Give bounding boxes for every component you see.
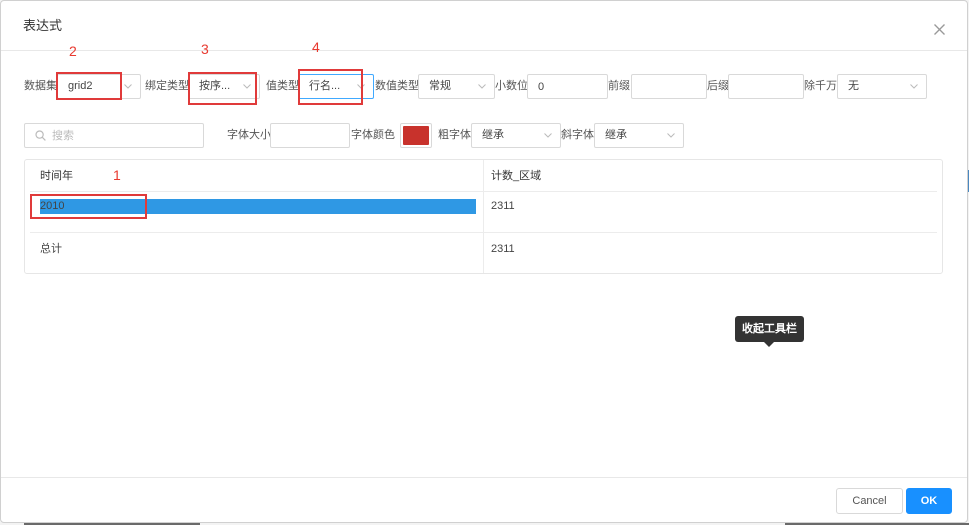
close-icon[interactable] [933, 23, 946, 36]
chevron-down-icon [243, 84, 251, 89]
search-box [24, 123, 204, 148]
dataset-label: 数据集 [24, 80, 57, 92]
font-color-swatch [403, 126, 429, 145]
table-cell-count-region[interactable]: 2311 [491, 242, 515, 257]
header-divider [1, 50, 967, 51]
font-color-picker[interactable] [400, 123, 432, 148]
annotation-number-4: 4 [312, 39, 320, 55]
table-row[interactable]: 总计 2311 [25, 233, 942, 274]
table-cell-time-year[interactable]: 2010 [40, 199, 64, 214]
ok-button[interactable]: OK [906, 488, 952, 514]
expression-dialog: 表达式 数据集 grid2 绑定类型 按序... 值类型 行名... 数值类型 … [0, 0, 968, 523]
dialog-title: 表达式 [23, 18, 63, 33]
bind-type-select[interactable]: 按序... [188, 74, 260, 99]
annotation-number-3: 3 [201, 41, 209, 57]
selection-highlight [40, 199, 476, 214]
chevron-down-icon [667, 133, 675, 138]
chevron-down-icon [357, 84, 365, 89]
annotation-number-2: 2 [69, 43, 77, 59]
font-size-input[interactable] [270, 123, 350, 148]
value-type-select[interactable]: 行名... [298, 74, 374, 99]
number-type-select[interactable]: 常规 [418, 74, 495, 99]
value-type-value: 行名... [309, 80, 341, 92]
bold-label: 粗字体 [438, 129, 471, 141]
table-cell-count-region[interactable]: 2311 [491, 199, 515, 214]
decimals-input[interactable] [527, 74, 608, 99]
divide-label: 除千万 [804, 80, 837, 92]
divide-select[interactable]: 无 [837, 74, 927, 99]
column-header-time-year[interactable]: 时间年 [40, 160, 73, 192]
decimals-label: 小数位 [495, 80, 528, 92]
footer-divider [1, 477, 967, 478]
annotation-number-1: 1 [113, 167, 121, 183]
chevron-down-icon [124, 84, 132, 89]
font-color-label: 字体颜色 [351, 129, 395, 141]
bind-type-value: 按序... [199, 80, 231, 92]
collapse-toolbar-tooltip: 收起工具栏 [735, 316, 804, 347]
bind-type-label: 绑定类型 [145, 80, 189, 92]
value-type-label: 值类型 [266, 80, 299, 92]
font-size-label: 字体大小 [227, 129, 271, 141]
data-table: 时间年 计数_区域 2010 2311 总计 2311 [24, 159, 943, 274]
suffix-label: 后缀 [707, 80, 729, 92]
column-header-count-region[interactable]: 计数_区域 [491, 160, 541, 192]
screen: 表达式 数据集 grid2 绑定类型 按序... 值类型 行名... 数值类型 … [0, 0, 969, 525]
bold-value: 继承 [482, 129, 504, 141]
divide-value: 无 [848, 80, 859, 92]
chevron-down-icon [478, 84, 486, 89]
search-input[interactable] [24, 123, 204, 148]
prefix-label: 前缀 [608, 80, 630, 92]
italic-label: 斜字体 [561, 129, 594, 141]
table-cell-time-year[interactable]: 总计 [40, 242, 62, 257]
number-type-value: 常规 [429, 80, 451, 92]
number-type-label: 数值类型 [375, 80, 419, 92]
chevron-down-icon [544, 133, 552, 138]
dataset-select[interactable]: grid2 [57, 74, 141, 99]
table-row[interactable]: 2010 2311 [25, 192, 942, 233]
dataset-value: grid2 [68, 80, 93, 92]
italic-value: 继承 [605, 129, 627, 141]
cancel-button[interactable]: Cancel [836, 488, 903, 514]
search-icon [35, 130, 46, 141]
bold-select[interactable]: 继承 [471, 123, 561, 148]
prefix-input[interactable] [631, 74, 707, 99]
italic-select[interactable]: 继承 [594, 123, 684, 148]
suffix-input[interactable] [728, 74, 804, 99]
chevron-down-icon [910, 84, 918, 89]
